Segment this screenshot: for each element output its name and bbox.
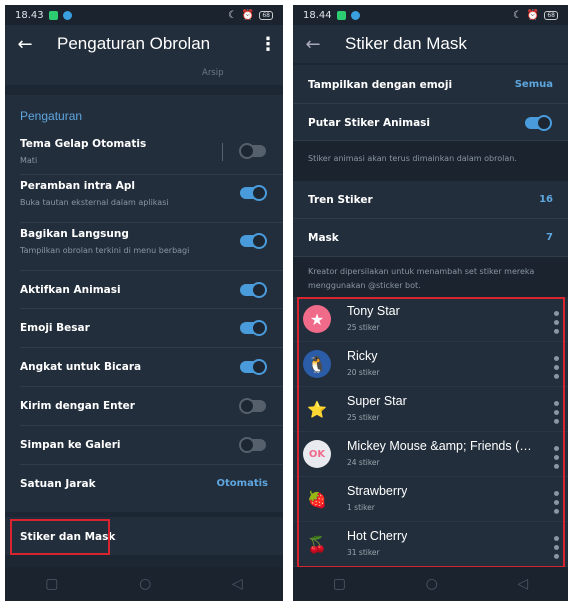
back-button[interactable]: ◁ — [232, 576, 243, 592]
show-with-emoji-item[interactable]: Tampilkan dengan emoji Semua — [293, 65, 568, 104]
setting-row[interactable]: Emoji Besar — [20, 309, 283, 348]
setting-title: Simpan ke Galeri — [20, 439, 121, 451]
navigation-bar: ▢ ○ ◁ — [293, 567, 568, 601]
setting-toggle[interactable] — [240, 320, 267, 336]
setting-toggle[interactable] — [240, 233, 267, 249]
section-title: Pengaturan — [20, 109, 83, 123]
status-time: 18.43 — [15, 9, 44, 21]
home-button[interactable]: ○ — [426, 576, 438, 592]
setting-row[interactable]: Aktifkan Animasi — [20, 271, 283, 309]
setting-title: Aktifkan Animasi — [20, 284, 121, 296]
back-button[interactable]: ◁ — [517, 576, 528, 592]
setting-value: Otomatis — [216, 478, 268, 489]
animated-stickers-toggle[interactable] — [525, 115, 552, 131]
recents-button[interactable]: ▢ — [333, 576, 346, 592]
stickers-and-masks-screen: 18.44 ☾ ⏰ 68 ← Stiker dan Mask Tampilkan d… — [293, 5, 568, 601]
masks-item[interactable]: Mask 7 — [293, 219, 568, 257]
setting-row[interactable]: Simpan ke Galeri — [20, 426, 283, 465]
status-bar: 18.43 ☾ ⏰ 68 — [5, 5, 283, 25]
page-title: Stiker dan Mask — [345, 34, 467, 53]
setting-toggle[interactable] — [240, 185, 267, 201]
app-notification-icon — [48, 10, 58, 20]
setting-row[interactable]: Angkat untuk Bicara — [20, 348, 283, 387]
setting-title: Satuan Jarak — [20, 478, 96, 490]
telegram-notification-icon — [62, 10, 72, 20]
animated-info-text: Stiker animasi akan terus dimainkan dala… — [293, 141, 568, 181]
setting-title: Emoji Besar — [20, 322, 90, 334]
alarm-icon: ⏰ — [526, 9, 540, 21]
trending-stickers-item[interactable]: Tren Stiker 16 — [293, 181, 568, 219]
setting-subtitle: Mati — [20, 156, 38, 165]
setting-subtitle: Buka tautan eksternal dalam aplikasi — [20, 198, 169, 207]
tab-bar: Arsip — [5, 63, 283, 85]
telegram-notification-icon — [350, 10, 360, 20]
setting-row[interactable]: Peramban intra Apl Buka tautan eksternal … — [20, 175, 283, 223]
highlight-box — [297, 297, 565, 568]
app-header: ← Pengaturan Obrolan ⋮ — [5, 25, 283, 63]
page-title: Pengaturan Obrolan — [57, 34, 211, 53]
recents-button[interactable]: ▢ — [45, 576, 58, 592]
divider — [222, 143, 223, 161]
row-value: Semua — [514, 79, 553, 90]
more-options-icon[interactable]: ⋮ — [253, 34, 283, 55]
row-title: Tren Stiker — [308, 194, 373, 206]
app-notification-icon — [336, 10, 346, 20]
highlight-box — [10, 519, 110, 555]
play-animated-stickers-item[interactable]: Putar Stiker Animasi — [293, 104, 568, 141]
battery-icon: 68 — [259, 10, 273, 20]
setting-subtitle: Tampilkan obrolan terkini di menu berbag… — [20, 246, 190, 255]
setting-title: Tema Gelap Otomatis — [20, 138, 147, 150]
status-bar: 18.44 ☾ ⏰ 68 — [293, 5, 568, 25]
row-title: Putar Stiker Animasi — [308, 117, 431, 129]
back-arrow-icon[interactable]: ← — [5, 34, 45, 55]
row-title: Mask — [308, 232, 339, 244]
moon-icon: ☾ — [227, 9, 237, 21]
setting-title: Peramban intra Apl — [20, 180, 136, 192]
setting-title: Bagikan Langsung — [20, 228, 129, 240]
app-header: ← Stiker dan Mask — [293, 25, 568, 63]
tab-archive[interactable]: Arsip — [202, 68, 224, 78]
row-value: 7 — [546, 232, 553, 243]
alarm-icon: ⏰ — [241, 9, 255, 21]
setting-toggle[interactable] — [240, 282, 267, 298]
setting-row[interactable]: Kirim dengan Enter — [20, 387, 283, 426]
row-value: 16 — [539, 194, 553, 205]
status-time: 18.44 — [303, 9, 332, 21]
setting-row[interactable]: Bagikan Langsung Tampilkan obrolan terkin… — [20, 223, 283, 271]
moon-icon: ☾ — [512, 9, 522, 21]
setting-toggle[interactable] — [239, 398, 266, 414]
creator-info-text: Kreator dipersilakan untuk menambah set … — [293, 257, 568, 297]
setting-title: Angkat untuk Bicara — [20, 361, 142, 373]
setting-toggle[interactable] — [240, 359, 267, 375]
setting-row[interactable]: Satuan Jarak Otomatis — [20, 465, 283, 512]
setting-toggle[interactable] — [239, 143, 266, 159]
chat-settings-screen: 18.43 ☾ ⏰ 68 ← Pengaturan Obrolan ⋮ Arsip … — [5, 5, 283, 601]
row-title: Tampilkan dengan emoji — [308, 79, 453, 91]
setting-title: Kirim dengan Enter — [20, 400, 135, 412]
setting-toggle[interactable] — [239, 437, 266, 453]
back-arrow-icon[interactable]: ← — [293, 34, 333, 55]
battery-icon: 68 — [544, 10, 558, 20]
setting-row[interactable]: Tema Gelap Otomatis Mati — [20, 133, 283, 175]
navigation-bar: ▢ ○ ◁ — [5, 567, 283, 601]
home-button[interactable]: ○ — [139, 576, 151, 592]
